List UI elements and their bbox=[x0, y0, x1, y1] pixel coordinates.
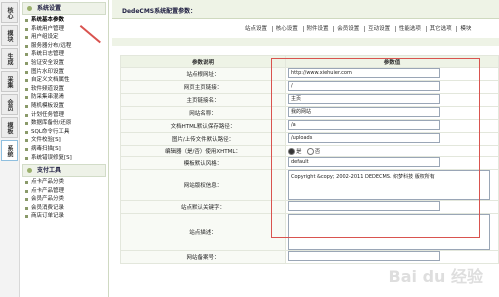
row-label: 网站版权信息： bbox=[120, 169, 286, 201]
settings-tabs: 站点设置 核心设置 附件设置 会员设置 互动设置 性能选项 其它选项 模块 bbox=[242, 24, 475, 34]
row-label: 站点默认关键字： bbox=[120, 200, 286, 214]
menu-item[interactable]: 文件校验[S] bbox=[20, 136, 108, 145]
menu-item[interactable]: 会员消费记录 bbox=[20, 204, 108, 213]
tab-site[interactable]: 站点设置 bbox=[242, 26, 270, 32]
row-label: 网站备案号： bbox=[120, 250, 286, 264]
left-nav: 核心 模块 生成 采集 会员 模板 系统 bbox=[0, 0, 20, 297]
menu-group-payment[interactable]: 支付工具 bbox=[22, 164, 106, 178]
menu-item[interactable]: 点卡产品分类 bbox=[20, 178, 108, 187]
nav-tab-core[interactable]: 核心 bbox=[1, 2, 18, 23]
menu-item[interactable]: 点卡产品管理 bbox=[20, 187, 108, 196]
row-label: 网站名称： bbox=[120, 106, 286, 120]
tab-performance[interactable]: 性能选项 bbox=[394, 26, 424, 32]
menu-item[interactable]: 自定义文档属性 bbox=[20, 76, 108, 85]
main-panel: DedeCMS系统配置参数： 站点设置 核心设置 附件设置 会员设置 互动设置 … bbox=[112, 0, 499, 297]
row-label: 站点描述： bbox=[120, 213, 286, 251]
tab-attachments[interactable]: 附件设置 bbox=[302, 26, 332, 32]
menu-item[interactable]: 系统错误修复[S] bbox=[20, 154, 108, 163]
menu-item[interactable]: 商店订单记录 bbox=[20, 212, 108, 221]
menu-item[interactable]: 计划任务管理 bbox=[20, 111, 108, 120]
menu-group-system[interactable]: 系统设置 bbox=[22, 2, 106, 15]
menu-item[interactable]: 防采集串混淆 bbox=[20, 93, 108, 102]
nav-tab-members[interactable]: 会员 bbox=[1, 94, 18, 115]
menu-item[interactable]: 验证安全设置 bbox=[20, 59, 108, 68]
menu-item[interactable]: 系统用户管理 bbox=[20, 25, 108, 34]
title-bar: DedeCMS系统配置参数： bbox=[112, 0, 499, 19]
watermark: Bai du 经验 bbox=[388, 267, 483, 286]
menu-item[interactable]: 病毒扫描[S] bbox=[20, 145, 108, 154]
divider-band bbox=[112, 38, 499, 46]
tab-modules[interactable]: 模块 bbox=[456, 26, 475, 32]
menu-item[interactable]: 图片水印设置 bbox=[20, 68, 108, 77]
menu-item[interactable]: 系统基本参数 bbox=[20, 16, 108, 25]
tab-interaction[interactable]: 互动设置 bbox=[364, 26, 394, 32]
table-row: 网站备案号： bbox=[120, 250, 499, 264]
menu-item[interactable]: 随机模板设置 bbox=[20, 102, 108, 111]
nav-tab-collect[interactable]: 采集 bbox=[1, 71, 18, 92]
menu-item[interactable]: 系统日志管理 bbox=[20, 50, 108, 59]
nav-tab-system[interactable]: 系统 bbox=[1, 140, 18, 161]
row-label: 图片/上传文件默认路径： bbox=[120, 132, 286, 146]
page-title: DedeCMS系统配置参数： bbox=[122, 8, 197, 15]
tab-core[interactable]: 核心设置 bbox=[271, 26, 301, 32]
tab-other[interactable]: 其它选项 bbox=[425, 26, 455, 32]
nav-tab-modules[interactable]: 模块 bbox=[1, 25, 18, 46]
menu-item[interactable]: 会员产品分类 bbox=[20, 195, 108, 204]
menu-item[interactable]: 服务器分布/远程 bbox=[20, 42, 108, 51]
tab-members[interactable]: 会员设置 bbox=[333, 26, 363, 32]
col-header-label: 参数说明 bbox=[120, 55, 286, 68]
menu-item[interactable]: 数据库备份/还原 bbox=[20, 119, 108, 128]
icp-input[interactable] bbox=[288, 251, 440, 261]
menu-item[interactable]: SQL命令行工具 bbox=[20, 128, 108, 137]
nav-tab-templates[interactable]: 模板 bbox=[1, 117, 18, 138]
row-label: 站点根网址： bbox=[120, 67, 286, 81]
row-label: 主页链接名： bbox=[120, 93, 286, 107]
sidebar-menu: 系统设置 系统基本参数 系统用户管理 用户组设定 服务器分布/远程 系统日志管理… bbox=[20, 0, 109, 297]
highlight-box bbox=[271, 58, 480, 238]
row-label: 编辑器（是/否）使用XHTML： bbox=[120, 145, 286, 157]
row-label: 网页主页链接： bbox=[120, 80, 286, 94]
row-label: 模板默认风格： bbox=[120, 156, 286, 170]
row-label: 文档HTML默认保存路径： bbox=[120, 119, 286, 133]
nav-tab-generate[interactable]: 生成 bbox=[1, 48, 18, 69]
menu-item[interactable]: 软件频道设置 bbox=[20, 85, 108, 94]
